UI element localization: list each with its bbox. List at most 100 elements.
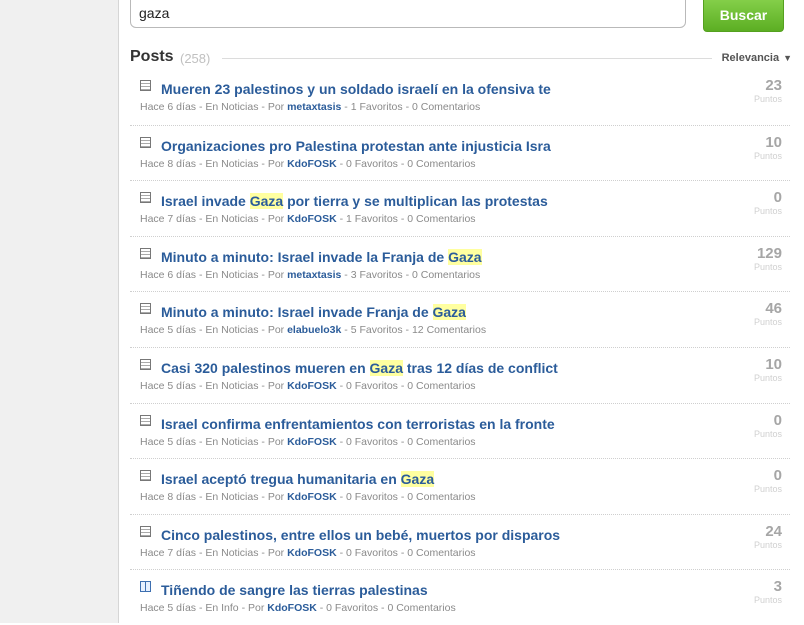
points-label: Puntos: [753, 595, 782, 606]
post-title-link[interactable]: Casi 320 palestinos mueren en Gaza tras …: [161, 359, 558, 376]
post-meta: Hace 7 días - En Noticias - Por KdoFOSK …: [140, 547, 476, 559]
post-age: Hace 8 días -: [140, 491, 206, 504]
title-text: Israel aceptó tregua humanitaria en: [161, 471, 401, 488]
post-score: 129 Puntos: [754, 245, 782, 273]
post-meta: Hace 7 días - En Noticias - Por KdoFOSK …: [140, 213, 476, 225]
points-value: 46: [765, 300, 782, 318]
post-row: Israel invade Gaza por tierra y se multi…: [130, 180, 790, 236]
post-title-link[interactable]: Minuto a minuto: Israel invade la Franja…: [161, 248, 482, 265]
points-value: 23: [765, 77, 782, 94]
post-meta: Hace 6 días - En Noticias - Por metaxtas…: [140, 269, 480, 281]
post-comments: - 0 Comentarios: [402, 101, 481, 113]
post-author[interactable]: metaxtasis: [287, 101, 341, 113]
post-author[interactable]: KdoFOSK: [287, 213, 337, 225]
caret-down-icon: ▼: [783, 53, 792, 63]
by-label: Por: [267, 379, 288, 392]
post-title-link[interactable]: Cinco palestinos, entre ellos un bebé, m…: [161, 527, 560, 543]
post-row: Minuto a minuto: Israel invade Franja de…: [130, 291, 790, 347]
post-row: Cinco palestinos, entre ellos un bebé, m…: [130, 513, 790, 570]
post-section[interactable]: En Noticias -: [205, 101, 267, 113]
by-label: Por: [267, 101, 288, 113]
title-text: Israel invade: [161, 193, 250, 210]
post-row: Organizaciones pro Palestina protestan a…: [130, 124, 790, 181]
post-favorites: - 0 Favoritos: [336, 546, 398, 559]
by-label: Por: [267, 157, 288, 170]
sort-dropdown[interactable]: Relevancia ▼: [722, 52, 792, 64]
post-meta: Hace 5 días - En Noticias - Por elabuelo…: [140, 324, 486, 336]
by-label: Por: [267, 491, 288, 504]
title-text: Organizaciones pro Palestina protestan a…: [161, 137, 551, 154]
post-age: Hace 6 días -: [140, 268, 206, 281]
post-age: Hace 5 días -: [140, 379, 206, 392]
post-section[interactable]: En Info -: [205, 602, 248, 614]
post-age: Hace 5 días -: [140, 602, 206, 615]
points-label: Puntos: [753, 206, 782, 217]
left-gutter: [0, 0, 119, 623]
post-title-link[interactable]: Israel aceptó tregua humanitaria en Gaza: [161, 471, 435, 488]
post-row: Casi 320 palestinos mueren en Gaza tras …: [130, 346, 790, 403]
points-value: 10: [765, 355, 782, 373]
search-highlight: Gaza: [369, 359, 403, 376]
post-section[interactable]: En Noticias -: [205, 547, 267, 559]
search-highlight: Gaza: [432, 304, 466, 321]
post-author[interactable]: KdoFOSK: [287, 491, 337, 503]
post-title-link[interactable]: Minuto a minuto: Israel invade Franja de…: [161, 304, 466, 321]
post-age: Hace 7 días -: [140, 213, 206, 226]
post-section[interactable]: En Noticias -: [205, 491, 267, 503]
post-section[interactable]: En Noticias -: [205, 269, 267, 281]
post-comments: - 0 Comentarios: [397, 435, 476, 448]
post-section[interactable]: En Noticias -: [205, 158, 267, 170]
post-score: 0 Puntos: [754, 189, 782, 217]
post-title-link[interactable]: Israel confirma enfrentamientos con terr…: [161, 416, 555, 432]
post-section[interactable]: En Noticias -: [205, 324, 267, 336]
posts-header: Posts (258) Relevancia ▼: [130, 48, 792, 68]
post-favorites: - 0 Favoritos: [336, 435, 398, 448]
post-author[interactable]: elabuelo3k: [287, 324, 341, 336]
post-section[interactable]: En Noticias -: [205, 380, 267, 392]
post-meta: Hace 6 días - En Noticias - Por metaxtas…: [140, 101, 480, 113]
post-row: Tiñendo de sangre las tierras palestinas…: [130, 569, 790, 625]
document-icon: [140, 247, 151, 259]
post-section[interactable]: En Noticias -: [205, 436, 267, 448]
post-title-link[interactable]: Organizaciones pro Palestina protestan a…: [161, 138, 551, 154]
title-text: Minuto a minuto: Israel invade la Franja…: [161, 248, 449, 265]
post-favorites: - 5 Favoritos: [341, 324, 403, 337]
document-icon: [140, 358, 151, 370]
title-text: Tiñendo de sangre las tierras palestinas: [161, 582, 428, 599]
post-section[interactable]: En Noticias -: [205, 213, 267, 225]
post-author[interactable]: KdoFOSK: [267, 602, 317, 614]
post-score: 46 Puntos: [754, 300, 782, 328]
points-label: Puntos: [753, 150, 782, 161]
post-score: 0 Puntos: [754, 412, 782, 440]
post-author[interactable]: KdoFOSK: [287, 436, 337, 448]
post-list: Mueren 23 palestinos y un soldado israel…: [130, 69, 790, 625]
post-score: 23 Puntos: [754, 77, 782, 105]
post-favorites: - 0 Favoritos: [316, 602, 379, 615]
post-author[interactable]: KdoFOSK: [287, 158, 337, 170]
post-score: 10 Puntos: [754, 356, 782, 384]
post-title-link[interactable]: Tiñendo de sangre las tierras palestinas: [161, 582, 428, 598]
points-label: Puntos: [753, 317, 782, 328]
post-score: 3 Puntos: [754, 578, 782, 606]
by-label: Por: [247, 602, 268, 615]
post-title-link[interactable]: Israel invade Gaza por tierra y se multi…: [161, 193, 548, 210]
by-label: Por: [267, 324, 288, 337]
search-button[interactable]: Buscar: [703, 0, 784, 32]
post-score: 0 Puntos: [754, 467, 782, 495]
post-author[interactable]: KdoFOSK: [287, 547, 337, 559]
title-text: Cinco palestinos, entre ellos un bebé, m…: [161, 526, 561, 543]
points-value: 3: [773, 578, 782, 596]
search-input[interactable]: gaza: [130, 0, 686, 28]
by-label: Por: [267, 268, 288, 281]
points-value: 0: [773, 411, 782, 429]
post-author[interactable]: KdoFOSK: [287, 380, 337, 392]
post-author[interactable]: metaxtasis: [287, 269, 341, 281]
post-score: 10 Puntos: [754, 134, 782, 162]
title-text: por tierra y se multiplican las protesta…: [283, 193, 548, 210]
post-title-link[interactable]: Mueren 23 palestinos y un soldado israel…: [161, 81, 551, 97]
document-icon: [140, 303, 151, 315]
title-text: Minuto a minuto: Israel invade Franja de: [161, 304, 433, 321]
points-label: Puntos: [753, 484, 782, 495]
post-favorites: - 0 Favoritos: [336, 379, 398, 392]
post-age: Hace 5 días -: [140, 324, 206, 337]
